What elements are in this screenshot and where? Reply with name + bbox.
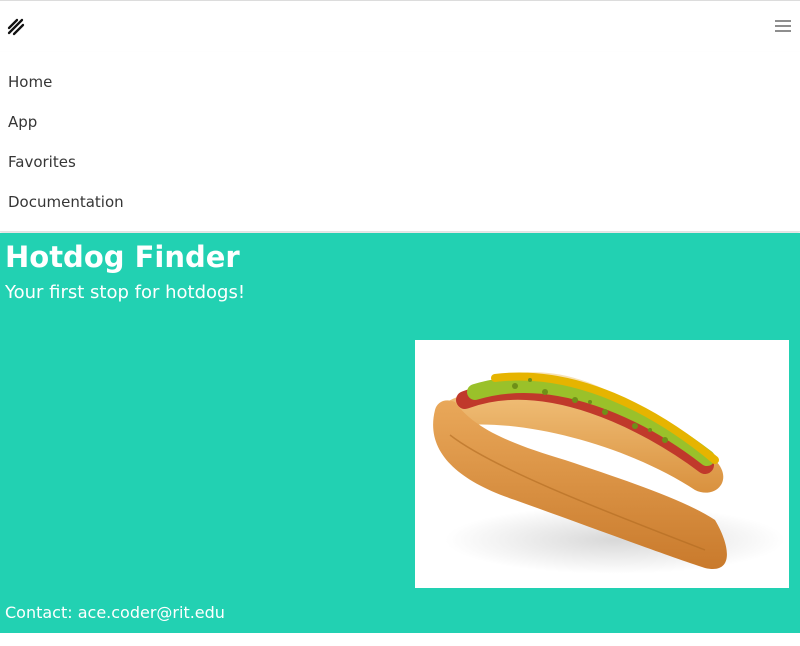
top-navbar [0, 0, 800, 52]
nav-item-home[interactable]: Home [8, 72, 52, 92]
hero-section: Hotdog Finder Your first stop for hotdog… [0, 233, 800, 633]
slashes-logo-icon[interactable] [7, 18, 25, 36]
nav-menu: Home App Favorites Documentation [0, 52, 800, 232]
page-subtitle: Your first stop for hotdogs! [5, 282, 246, 303]
nav-item-documentation[interactable]: Documentation [8, 192, 124, 212]
hamburger-menu-icon[interactable] [775, 19, 791, 33]
nav-item-app[interactable]: App [8, 112, 37, 132]
page-title: Hotdog Finder [5, 240, 240, 274]
hotdog-illustration [433, 372, 785, 574]
contact-text: Contact: ace.coder@rit.edu [5, 603, 225, 622]
hotdog-photo [415, 340, 789, 588]
nav-item-favorites[interactable]: Favorites [8, 152, 76, 172]
